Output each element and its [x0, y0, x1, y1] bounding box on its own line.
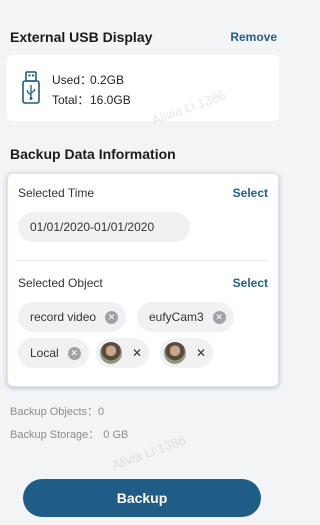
select-time-link[interactable]: Select [233, 186, 268, 200]
total-label: Total： [52, 93, 90, 107]
backup-section-title: Backup Data Information [10, 146, 176, 162]
backup-storage-value: 0 GB [103, 429, 129, 441]
usb-storage-stats: Used：0.2GB Total：16.0GB [52, 70, 131, 110]
close-icon[interactable]: ✕ [132, 346, 142, 360]
chip-label: record video [30, 310, 97, 324]
backup-data-card: Selected Time Select 01/01/2020-01/01/20… [7, 173, 279, 387]
divider [18, 260, 268, 261]
total-row: Total：16.0GB [52, 90, 131, 110]
time-range-field[interactable]: 01/01/2020-01/01/2020 [18, 212, 190, 242]
camera-thumbnail [100, 342, 122, 364]
close-icon[interactable]: ✕ [67, 346, 81, 360]
usb-drive-icon [22, 71, 40, 104]
backup-button[interactable]: Backup [23, 479, 261, 517]
chip-record-video: record video ✕ [18, 302, 127, 332]
chip-label: Local [30, 346, 59, 360]
backup-objects-summary: Backup Objects：0 [10, 403, 104, 419]
chip-label: eufyCam3 [149, 310, 204, 324]
chip-local: Local ✕ [18, 338, 89, 368]
chip-camera-thumbnail: ✕ [160, 338, 214, 368]
camera-thumbnail [164, 342, 186, 364]
close-icon[interactable]: ✕ [196, 346, 206, 360]
selected-object-label: Selected Object [18, 276, 103, 290]
backup-objects-value: 0 [98, 406, 105, 418]
backup-section-header: Backup Data Information [10, 146, 277, 162]
usb-section-title: External USB Display [10, 29, 153, 45]
backup-storage-summary: Backup Storage： 0 GB [10, 426, 128, 442]
close-icon[interactable]: ✕ [105, 310, 119, 324]
selected-object-row: Selected Object Select [18, 276, 268, 290]
usb-backup-screen: External USB Display Remove Used：0.2GB T… [0, 0, 287, 525]
chip-camera-thumbnail: ✕ [96, 338, 150, 368]
backup-storage-label: Backup Storage： [10, 429, 100, 441]
selected-time-label: Selected Time [18, 186, 95, 200]
usb-section-header: External USB Display Remove [10, 29, 277, 45]
used-label: Used： [52, 73, 93, 87]
select-object-link[interactable]: Select [233, 276, 268, 290]
usb-storage-card: Used：0.2GB Total：16.0GB [7, 55, 279, 121]
backup-objects-label: Backup Objects： [10, 406, 99, 418]
chip-eufycam3: eufyCam3 ✕ [137, 302, 234, 332]
selected-time-row: Selected Time Select [18, 186, 268, 200]
used-value: 0.2GB [90, 73, 125, 87]
close-icon[interactable]: ✕ [212, 310, 226, 324]
remove-button[interactable]: Remove [230, 30, 277, 44]
used-row: Used：0.2GB [52, 70, 131, 90]
total-value: 16.0GB [90, 93, 131, 107]
